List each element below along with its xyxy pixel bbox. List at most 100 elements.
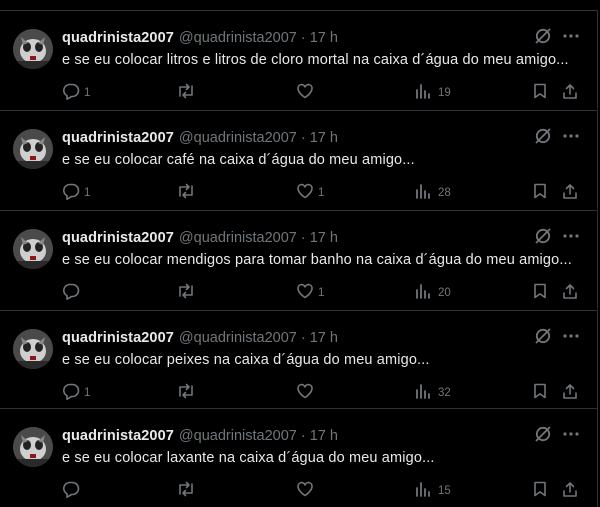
- repost-button[interactable]: [176, 179, 200, 203]
- like-button[interactable]: [296, 379, 318, 403]
- like-button[interactable]: [296, 79, 318, 103]
- reply-button[interactable]: 1: [62, 379, 90, 403]
- post-time[interactable]: 17 h: [310, 428, 338, 444]
- post-time[interactable]: 17 h: [310, 230, 338, 246]
- views-button[interactable]: 19: [414, 79, 451, 103]
- more-icon[interactable]: [561, 127, 581, 145]
- reply-count: 1: [84, 86, 91, 99]
- grok-icon[interactable]: [534, 327, 552, 345]
- post-time[interactable]: 17 h: [310, 30, 338, 46]
- reply-button[interactable]: 1: [62, 79, 90, 103]
- bookmark-button[interactable]: [531, 379, 549, 403]
- reply-icon: [62, 382, 80, 400]
- display-name[interactable]: quadrinista2007: [62, 230, 174, 246]
- display-name[interactable]: quadrinista2007: [62, 428, 174, 444]
- post[interactable]: quadrinista2007 @quadrinista2007 · 17 h …: [0, 310, 598, 409]
- more-icon[interactable]: [561, 425, 581, 443]
- reply-icon: [62, 82, 80, 100]
- avatar[interactable]: [13, 29, 53, 69]
- display-name[interactable]: quadrinista2007: [62, 130, 174, 146]
- share-icon: [561, 182, 579, 200]
- views-count: 19: [438, 86, 451, 99]
- views-icon: [414, 480, 432, 498]
- reply-button[interactable]: [62, 279, 84, 303]
- reply-button[interactable]: [62, 477, 84, 501]
- separator: ·: [300, 30, 306, 46]
- like-count: 1: [318, 186, 325, 199]
- user-handle[interactable]: @quadrinista2007: [179, 130, 297, 146]
- post-actions: 1 20: [0, 279, 598, 303]
- separator: ·: [300, 330, 306, 346]
- like-icon: [296, 182, 314, 200]
- post-text: e se eu colocar laxante na caixa d´água …: [62, 450, 435, 466]
- user-handle[interactable]: @quadrinista2007: [179, 230, 297, 246]
- more-icon[interactable]: [561, 327, 581, 345]
- post-text: e se eu colocar litros e litros de cloro…: [62, 52, 569, 68]
- grok-icon[interactable]: [534, 425, 552, 443]
- user-handle[interactable]: @quadrinista2007: [179, 428, 297, 444]
- grok-icon[interactable]: [534, 27, 552, 45]
- bookmark-button[interactable]: [531, 477, 549, 501]
- bookmark-icon: [531, 282, 549, 300]
- bookmark-button[interactable]: [531, 79, 549, 103]
- post-time[interactable]: 17 h: [310, 130, 338, 146]
- post-header: quadrinista2007 @quadrinista2007 · 17 h: [62, 328, 338, 348]
- more-icon[interactable]: [561, 27, 581, 45]
- views-button[interactable]: 32: [414, 379, 451, 403]
- avatar[interactable]: [13, 129, 53, 169]
- display-name[interactable]: quadrinista2007: [62, 330, 174, 346]
- views-button[interactable]: 28: [414, 179, 451, 203]
- post-time[interactable]: 17 h: [310, 330, 338, 346]
- avatar[interactable]: [13, 329, 53, 369]
- reply-button[interactable]: 1: [62, 179, 90, 203]
- views-button[interactable]: 15: [414, 477, 451, 501]
- like-button[interactable]: 1: [296, 279, 324, 303]
- share-icon: [561, 382, 579, 400]
- post-actions: 1 19: [0, 79, 598, 103]
- views-icon: [414, 182, 432, 200]
- views-icon: [414, 382, 432, 400]
- post-text: e se eu colocar peixes na caixa d´água d…: [62, 352, 430, 368]
- repost-button[interactable]: [176, 279, 200, 303]
- post-actions: 1 1 28: [0, 179, 598, 203]
- like-count: 1: [318, 286, 325, 299]
- grok-icon[interactable]: [534, 227, 552, 245]
- post[interactable]: quadrinista2007 @quadrinista2007 · 17 h …: [0, 10, 598, 109]
- like-icon: [296, 82, 314, 100]
- post[interactable]: quadrinista2007 @quadrinista2007 · 17 h …: [0, 110, 598, 209]
- grok-icon[interactable]: [534, 127, 552, 145]
- views-count: 15: [438, 484, 451, 497]
- bookmark-button[interactable]: [531, 179, 549, 203]
- more-icon[interactable]: [561, 227, 581, 245]
- separator: ·: [300, 130, 306, 146]
- bookmark-icon: [531, 182, 549, 200]
- user-handle[interactable]: @quadrinista2007: [179, 330, 297, 346]
- reply-icon: [62, 282, 80, 300]
- repost-button[interactable]: [176, 79, 200, 103]
- repost-button[interactable]: [176, 379, 200, 403]
- post-header: quadrinista2007 @quadrinista2007 · 17 h: [62, 228, 338, 248]
- bookmark-button[interactable]: [531, 279, 549, 303]
- post-actions: 15: [0, 477, 598, 501]
- like-button[interactable]: [296, 477, 318, 501]
- user-handle[interactable]: @quadrinista2007: [179, 30, 297, 46]
- avatar[interactable]: [13, 229, 53, 269]
- views-button[interactable]: 20: [414, 279, 451, 303]
- share-button[interactable]: [561, 79, 579, 103]
- post[interactable]: quadrinista2007 @quadrinista2007 · 17 h …: [0, 210, 598, 309]
- share-button[interactable]: [561, 379, 579, 403]
- like-button[interactable]: 1: [296, 179, 324, 203]
- share-button[interactable]: [561, 477, 579, 501]
- repost-icon: [176, 282, 196, 300]
- share-button[interactable]: [561, 179, 579, 203]
- post-text: e se eu colocar mendigos para tomar banh…: [62, 252, 572, 268]
- display-name[interactable]: quadrinista2007: [62, 30, 174, 46]
- avatar[interactable]: [13, 427, 53, 467]
- post[interactable]: quadrinista2007 @quadrinista2007 · 17 h …: [0, 408, 598, 507]
- reply-count: 1: [84, 186, 91, 199]
- views-count: 32: [438, 386, 451, 399]
- share-icon: [561, 480, 579, 498]
- share-button[interactable]: [561, 279, 579, 303]
- reply-icon: [62, 182, 80, 200]
- repost-button[interactable]: [176, 477, 200, 501]
